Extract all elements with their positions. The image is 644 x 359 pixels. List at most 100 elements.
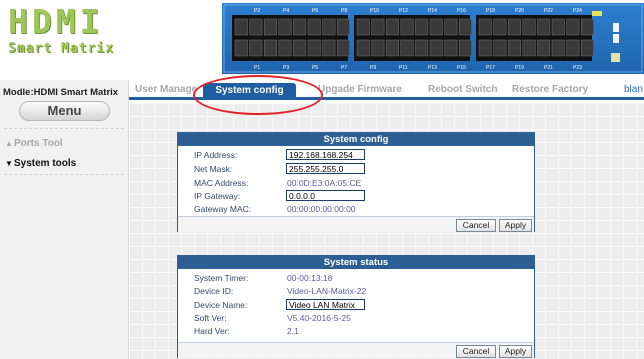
logo-title: HDMI <box>8 2 104 41</box>
port-label-bottom: P15 <box>457 65 466 71</box>
gateway-mac-label: Gateway MAC: <box>194 204 252 214</box>
rj45-port-icon <box>507 39 521 57</box>
switch-device-image: P2 P4 P6 P8 P10 P12 P14 P16 P18 P20 P22 P24 P1 P3 P5 P7… <box>222 3 644 74</box>
power-led-icon <box>592 11 602 16</box>
rj45-port-icon <box>493 39 507 57</box>
rj45-port-icon <box>537 39 551 57</box>
header: HDMI Smart Matrix P2 P4 P6 P8 P10 P12 P14 P16 P1… <box>0 0 644 80</box>
rj45-port-icon <box>371 39 385 57</box>
rj45-port-icon <box>385 39 399 57</box>
rj45-port-icon <box>507 18 521 36</box>
port-label-bottom: P17 <box>486 65 495 71</box>
port-label-bottom: P5 <box>312 65 318 71</box>
gateway-mac-value: 00:00:00:00:00:00 <box>287 204 356 214</box>
rj45-port-icon <box>580 39 594 57</box>
rj45-port-icon <box>249 39 263 57</box>
tab-user-manage[interactable]: User Manage <box>135 83 197 97</box>
rj45-port-icon <box>551 39 565 57</box>
port-label-top: P20 <box>515 8 524 14</box>
rj45-port-icon <box>336 18 350 36</box>
cancel-button[interactable]: Cancel <box>456 219 496 232</box>
tab-upgrade-firmware[interactable]: Upgade Firmware <box>318 83 402 97</box>
device-name-input[interactable] <box>286 299 365 310</box>
cancel-button[interactable]: Cancel <box>456 345 496 358</box>
expand-arrow-icon: ▼ <box>5 159 13 168</box>
tab-system-config[interactable]: System config <box>203 83 296 97</box>
rj45-port-icon <box>293 18 307 36</box>
rj45-port-icon <box>278 39 292 57</box>
hard-ver-value: 2.1 <box>287 326 299 336</box>
rj45-port-icon <box>444 39 458 57</box>
sidebar-divider <box>4 174 124 175</box>
sidebar-item-system-tools[interactable]: ▼System tools <box>5 158 76 169</box>
device-id-label: Device ID: <box>194 286 234 296</box>
rj45-port-icon <box>234 18 248 36</box>
rj45-port-icon <box>537 18 551 36</box>
brand-logo: HDMI Smart Matrix <box>8 5 123 67</box>
rj45-port-icon <box>307 39 321 57</box>
port-label-bottom: P13 <box>428 65 437 71</box>
rj45-port-icon <box>429 18 443 36</box>
rj45-port-icon <box>385 18 399 36</box>
menu-button[interactable]: Menu <box>19 101 110 121</box>
soft-ver-label: Soft Ver: <box>194 313 227 323</box>
mac-address-value: 00:0D:E3:0A:05:CE <box>287 178 362 188</box>
port-label-bottom: P23 <box>573 65 582 71</box>
tab-reboot-switch[interactable]: Reboot Switch <box>428 83 497 97</box>
rj45-port-icon <box>551 18 565 36</box>
usb-port-icon <box>613 23 619 32</box>
rj45-port-icon <box>522 18 536 36</box>
rj45-port-icon <box>263 39 277 57</box>
system-config-panel: System config IP Address: Net Mask: MAC … <box>177 132 535 232</box>
sidebar-item-ports-tool[interactable]: ▲Ports Tool <box>5 138 63 149</box>
rj45-port-icon <box>371 18 385 36</box>
button-bar: Cancel Apply <box>178 216 534 232</box>
model-label: Modle:HDMI Smart Matrix <box>3 87 119 98</box>
rj45-port-icon <box>400 39 414 57</box>
rj45-port-icon <box>415 39 429 57</box>
tab-restore-factory[interactable]: Restore Factory <box>512 83 588 97</box>
rj45-port-icon <box>458 39 472 57</box>
rj45-port-icon <box>522 39 536 57</box>
device-name-label: Device Name: <box>194 300 248 310</box>
rj45-port-icon <box>444 18 458 36</box>
port-label-bottom: P21 <box>544 65 553 71</box>
rj45-port-icon <box>356 18 370 36</box>
rj45-port-icon <box>249 18 263 36</box>
rj45-port-icon <box>458 18 472 36</box>
rj45-port-icon <box>322 18 336 36</box>
apply-button[interactable]: Apply <box>499 345 532 358</box>
apply-button[interactable]: Apply <box>499 219 532 232</box>
rj45-port-icon <box>293 39 307 57</box>
sidebar-divider <box>4 128 124 129</box>
ip-gateway-label: IP Gateway: <box>194 191 241 201</box>
net-mask-input[interactable] <box>286 163 365 174</box>
port-groups <box>232 15 594 61</box>
collapse-arrow-icon: ▲ <box>5 139 13 148</box>
device-id-value: Video-LAN-Matrix-22 <box>287 286 367 296</box>
rj45-port-icon <box>429 39 443 57</box>
tab-bar: User Manage System config Upgade Firmwar… <box>129 80 644 100</box>
panel-title: System config <box>178 133 534 146</box>
sidebar-item-label: Ports Tool <box>14 138 63 149</box>
system-timer-value: 00-00:13:18 <box>287 273 333 283</box>
rj45-port-icon <box>322 39 336 57</box>
panel-title: System status <box>178 256 534 269</box>
ip-address-label: IP Address: <box>194 150 238 160</box>
main-content: System config IP Address: Net Mask: MAC … <box>129 103 644 359</box>
port-label-top: P2 <box>254 8 260 14</box>
rj45-port-icon <box>234 39 248 57</box>
ip-gateway-input[interactable] <box>286 190 365 201</box>
port-label-bottom: P3 <box>283 65 289 71</box>
soft-ver-value: V5.40-2016-5-25 <box>287 313 351 323</box>
rj45-port-icon <box>478 39 492 57</box>
system-status-panel: System status System Timer: 00-00:13:18 … <box>177 255 535 358</box>
button-bar: Cancel Apply <box>178 342 534 358</box>
port-label-top: P22 <box>544 8 553 14</box>
tab-blank[interactable]: blan <box>624 83 643 97</box>
ip-address-input[interactable] <box>286 149 365 160</box>
port-label-bottom: P7 <box>341 65 347 71</box>
port-label-top: P10 <box>370 8 379 14</box>
rj45-port-icon <box>400 18 414 36</box>
rj45-port-icon <box>566 18 580 36</box>
